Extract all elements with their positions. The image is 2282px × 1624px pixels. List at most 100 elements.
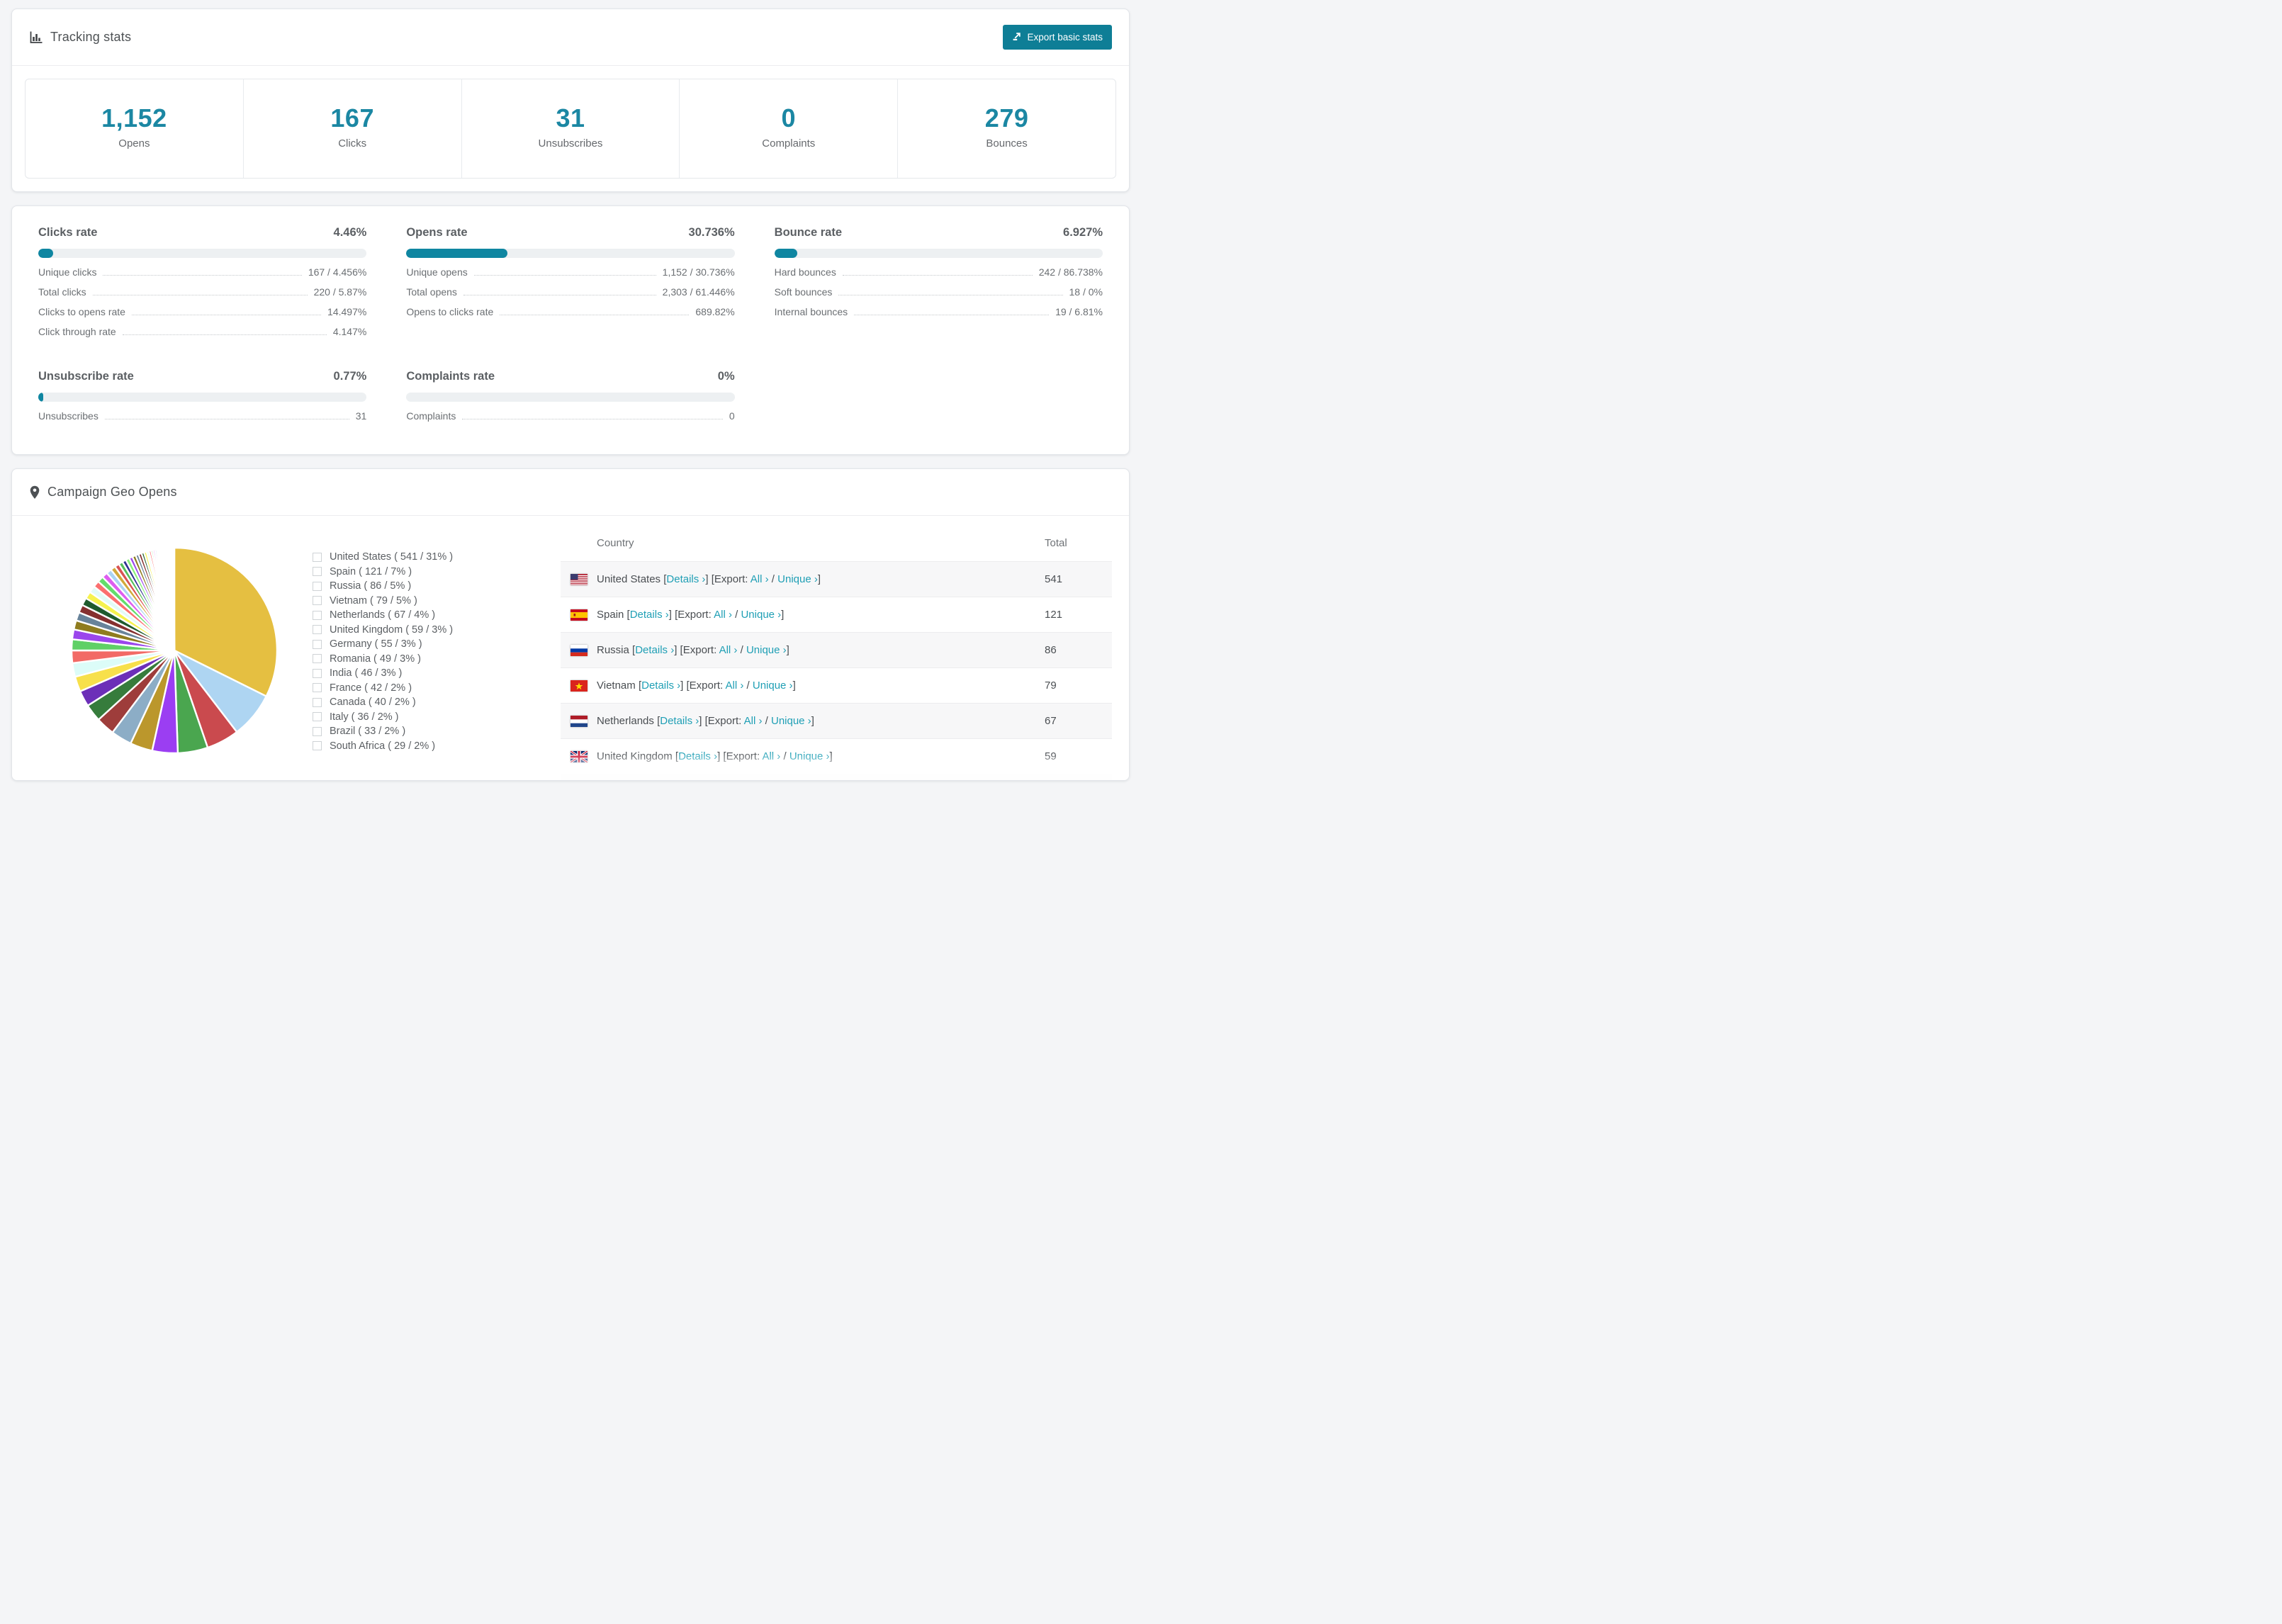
- bracket: ]: [829, 750, 833, 762]
- country-name: Netherlands: [597, 715, 658, 727]
- clicks-rate-rows: Unique clicks 167 / 4.456% Total clicks 220…: [38, 266, 366, 346]
- legend-swatch: [313, 668, 322, 678]
- bounce-rate-value: 6.927%: [1063, 226, 1103, 239]
- unsubscribes-count: 31: [556, 103, 585, 132]
- details-link[interactable]: Details ›: [666, 573, 705, 585]
- slash: /: [737, 644, 746, 656]
- clicks-rate-bar: [38, 249, 367, 258]
- stat-line-value: 167 / 4.456%: [308, 266, 367, 278]
- stat-line-label: Hard bounces: [774, 266, 836, 278]
- stat-line-label: Unique clicks: [38, 266, 97, 278]
- geo-table-row: Russia [Details ›] [Export: All › / Uniq…: [561, 632, 1112, 667]
- details-link[interactable]: Details ›: [630, 609, 669, 621]
- bounce-rate-rows: Hard bounces 242 / 86.738% Soft bounces 18 …: [775, 266, 1103, 326]
- geo-table: Country Total United States [Details ›] […: [561, 516, 1112, 780]
- stat-line-value: 31: [355, 410, 367, 422]
- geo-country-text: Vietnam [Details ›] [Export: All › / Uni…: [597, 680, 796, 692]
- export-unique-link[interactable]: Unique ›: [746, 644, 787, 656]
- legend-label: Canada ( 40 / 2% ): [330, 697, 416, 709]
- geo-total-value: 121: [1045, 609, 1063, 621]
- stat-line: Unique opens 1,152 / 30.736%: [406, 266, 734, 286]
- stat-line-value: 19 / 6.81%: [1055, 306, 1103, 317]
- stat-line: Internal bounces 19 / 6.81%: [775, 306, 1103, 326]
- legend-item: Brazil ( 33 / 2% ): [313, 724, 561, 739]
- export-unique-link[interactable]: Unique ›: [771, 715, 811, 727]
- stat-line-label: Total clicks: [38, 286, 86, 298]
- export-label: Export:: [682, 644, 719, 656]
- legend-item: India ( 46 / 3% ): [313, 666, 561, 681]
- geo-country-cell: Spain [Details ›] [Export: All › / Uniqu…: [561, 609, 1045, 621]
- legend-swatch: [313, 610, 322, 620]
- rates-card: Clicks rate 4.46% Unique clicks 167 / 4.4…: [11, 205, 1130, 455]
- stat-card-complaints: 0 Complaints: [680, 79, 899, 178]
- geo-header: Campaign Geo Opens: [12, 469, 1129, 515]
- clicks-rate-block: Clicks rate 4.46% Unique clicks 167 / 4.4…: [38, 226, 367, 346]
- complaints-rate-block: Complaints rate 0% Complaints 0: [406, 370, 735, 430]
- unsubscribe-rate-bar: [38, 393, 367, 402]
- legend-swatch: [313, 581, 322, 591]
- opens-count: 1,152: [101, 103, 167, 132]
- export-basic-stats-button[interactable]: Export basic stats: [1003, 25, 1112, 50]
- complaints-label: Complaints: [762, 137, 816, 150]
- export-all-link[interactable]: All ›: [744, 715, 763, 727]
- legend-item: Italy ( 36 / 2% ): [313, 710, 561, 725]
- opens-rate-rows: Unique opens 1,152 / 30.736% Total opens 2,…: [406, 266, 734, 326]
- legend-label: Russia ( 86 / 5% ): [330, 580, 412, 592]
- stat-card-clicks: 167 Clicks: [244, 79, 462, 178]
- export-label: Export:: [714, 573, 751, 585]
- tracking-stats-header: Tracking stats Export basic stats: [12, 9, 1129, 65]
- opens-rate-block: Opens rate 30.736% Unique opens 1,152 / 3…: [406, 226, 735, 346]
- details-link[interactable]: Details ›: [660, 715, 699, 727]
- stat-line-value: 220 / 5.87%: [313, 286, 367, 298]
- unsubscribe-rate-title: Unsubscribe rate: [38, 370, 134, 383]
- geo-total-value: 67: [1045, 715, 1057, 727]
- unsubscribe-rate-block: Unsubscribe rate 0.77% Unsubscribes 31: [38, 370, 367, 430]
- export-label: Export:: [707, 715, 744, 727]
- geo-country-cell: Russia [Details ›] [Export: All › / Uniq…: [561, 644, 1045, 656]
- export-all-link[interactable]: All ›: [714, 609, 732, 621]
- page-title: Tracking stats: [50, 30, 132, 44]
- stat-line-value: 0: [729, 410, 735, 422]
- opens-label: Opens: [118, 137, 150, 150]
- export-button-label: Export basic stats: [1027, 32, 1103, 43]
- geo-total-value: 86: [1045, 644, 1057, 656]
- nl-flag-icon: [570, 715, 588, 727]
- export-all-link[interactable]: All ›: [726, 680, 744, 692]
- bounces-count: 279: [984, 103, 1029, 132]
- legend-swatch: [313, 741, 322, 751]
- rates-grid-empty-cell: [775, 370, 1103, 430]
- details-link[interactable]: Details ›: [678, 750, 717, 762]
- slash: /: [780, 750, 789, 762]
- geo-content: United States ( 541 / 31% ) Spain ( 121 /…: [12, 516, 1129, 780]
- stat-line-label: Opens to clicks rate: [406, 306, 494, 317]
- geo-country-cell: Vietnam [Details ›] [Export: All › / Uni…: [561, 680, 1045, 692]
- geo-table-row: Vietnam [Details ›] [Export: All › / Uni…: [561, 667, 1112, 703]
- us-flag-icon: [570, 573, 588, 585]
- export-unique-link[interactable]: Unique ›: [777, 573, 818, 585]
- geo-total-value: 79: [1045, 680, 1057, 692]
- bracket: ] [: [717, 750, 726, 762]
- details-link[interactable]: Details ›: [635, 644, 674, 656]
- stat-line: Unsubscribes 31: [38, 410, 366, 430]
- legend-item: Netherlands ( 67 / 4% ): [313, 608, 561, 623]
- export-all-link[interactable]: All ›: [719, 644, 738, 656]
- export-unique-link[interactable]: Unique ›: [789, 750, 830, 762]
- export-all-link[interactable]: All ›: [762, 750, 780, 762]
- legend-item: Spain ( 121 / 7% ): [313, 565, 561, 580]
- ru-flag-icon: [570, 644, 588, 656]
- opens-rate-value: 30.736%: [688, 226, 735, 239]
- stat-line-label: Clicks to opens rate: [38, 306, 125, 317]
- bracket: ] [: [705, 573, 714, 585]
- export-unique-link[interactable]: Unique ›: [741, 609, 781, 621]
- export-unique-link[interactable]: Unique ›: [753, 680, 793, 692]
- stat-line: Unique clicks 167 / 4.456%: [38, 266, 366, 286]
- legend-label: Germany ( 55 / 3% ): [330, 638, 422, 650]
- opens-rate-bar: [406, 249, 735, 258]
- legend-label: United Kingdom ( 59 / 3% ): [330, 624, 454, 636]
- details-link[interactable]: Details ›: [641, 680, 680, 692]
- slash: /: [743, 680, 753, 692]
- geo-legend: United States ( 541 / 31% ) Spain ( 121 /…: [313, 516, 561, 780]
- export-all-link[interactable]: All ›: [751, 573, 769, 585]
- legend-swatch: [313, 596, 322, 606]
- stat-line: Hard bounces 242 / 86.738%: [775, 266, 1103, 286]
